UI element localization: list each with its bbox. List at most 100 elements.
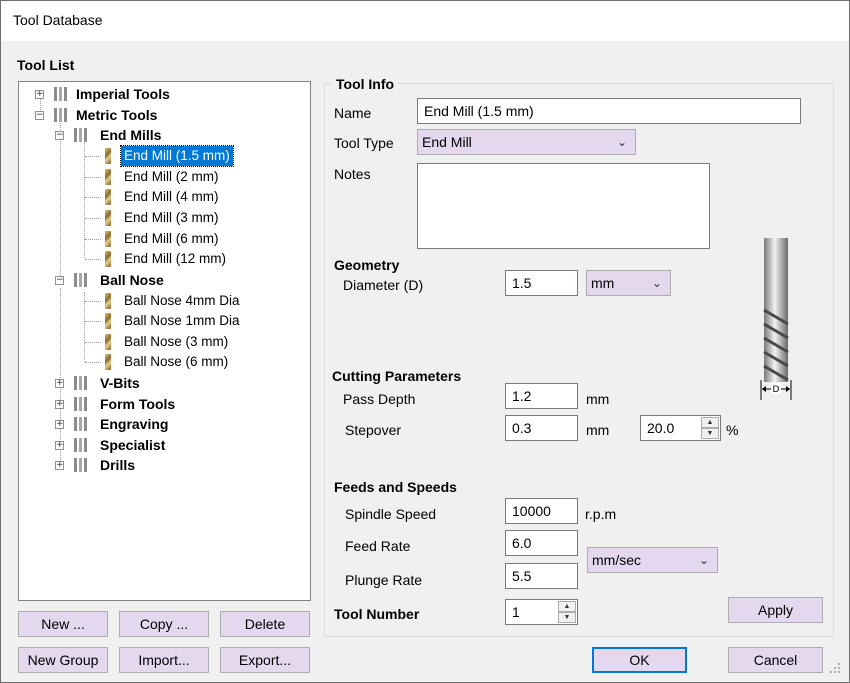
tree-item-ball-nose[interactable]: Ball Nose (6 mm) bbox=[85, 352, 305, 372]
chevron-down-icon: ⌄ bbox=[698, 553, 709, 567]
feed-rate-field[interactable]: 6.0 bbox=[505, 530, 578, 556]
tool-tree[interactable]: + Imperial Tools − Metric Tools − End Mi… bbox=[18, 81, 311, 601]
expand-icon[interactable]: + bbox=[55, 379, 64, 388]
tool-number-label: Tool Number bbox=[334, 606, 420, 622]
tree-item-end-mill[interactable]: End Mill (4 mm) bbox=[85, 187, 285, 207]
diameter-field[interactable]: 1.5 bbox=[505, 270, 578, 296]
copy-tool-button[interactable]: Copy ... bbox=[119, 611, 209, 637]
chevron-down-icon: ⌄ bbox=[616, 135, 627, 149]
pass-depth-unit: mm bbox=[586, 391, 610, 407]
tree-item-ball-nose[interactable]: Ball Nose (3 mm) bbox=[85, 332, 305, 352]
tree-item-end-mill[interactable]: End Mill (2 mm) bbox=[85, 167, 285, 187]
notes-field[interactable] bbox=[417, 163, 710, 249]
tree-item-ball-nose[interactable]: Ball Nose 1mm Dia bbox=[85, 311, 305, 331]
tree-node-imperial-tools[interactable]: + Imperial Tools bbox=[29, 84, 229, 104]
import-button[interactable]: Import... bbox=[119, 647, 209, 673]
tool-type-label: Tool Type bbox=[334, 135, 394, 151]
tool-list-heading: Tool List bbox=[17, 57, 75, 73]
expand-icon[interactable]: + bbox=[55, 441, 64, 450]
expand-icon[interactable]: + bbox=[55, 461, 64, 470]
tree-item-end-mill[interactable]: End Mill (3 mm) bbox=[85, 208, 285, 228]
expand-icon[interactable]: + bbox=[35, 90, 44, 99]
tool-number-field[interactable]: 1 ▲ ▼ bbox=[505, 599, 578, 625]
stepover-percent-spinner[interactable]: ▲ ▼ bbox=[701, 417, 719, 439]
tree-node-specialist[interactable]: + Specialist bbox=[53, 435, 253, 455]
new-tool-button[interactable]: New ... bbox=[18, 611, 108, 637]
tool-number-value: 1 bbox=[512, 604, 520, 620]
diameter-units-value: mm bbox=[591, 275, 615, 291]
tree-node-drills[interactable]: + Drills bbox=[53, 455, 253, 475]
plunge-rate-label: Plunge Rate bbox=[345, 572, 423, 588]
folder-icon bbox=[73, 273, 89, 287]
diameter-units-select[interactable]: mm ⌄ bbox=[586, 270, 671, 296]
tree-node-end-mills[interactable]: − End Mills bbox=[53, 125, 253, 145]
stepover-percent-field[interactable]: 20.0 ▲ ▼ bbox=[640, 415, 721, 441]
resize-grip-icon[interactable] bbox=[829, 662, 841, 674]
shank-shape bbox=[764, 238, 788, 306]
tree-item-label: Ball Nose 4mm Dia bbox=[124, 293, 240, 308]
pass-depth-field[interactable]: 1.2 bbox=[505, 383, 578, 409]
ball-nose-tool-icon bbox=[105, 334, 111, 350]
tree-item-label: End Mill (6 mm) bbox=[124, 231, 219, 246]
stepover-label: Stepover bbox=[345, 422, 402, 438]
tree-node-label: Imperial Tools bbox=[76, 86, 170, 102]
folder-icon bbox=[53, 108, 69, 122]
end-mill-tool-icon bbox=[105, 169, 111, 185]
tool-type-select[interactable]: End Mill ⌄ bbox=[417, 129, 636, 155]
tree-node-label: V-Bits bbox=[100, 375, 140, 391]
feeds-speeds-heading: Feeds and Speeds bbox=[334, 479, 457, 495]
folder-icon bbox=[53, 87, 69, 101]
name-field[interactable]: End Mill (1.5 mm) bbox=[417, 98, 801, 124]
tree-node-metric-tools[interactable]: − Metric Tools bbox=[29, 105, 229, 125]
stepover-field[interactable]: 0.3 bbox=[505, 415, 578, 441]
tree-node-label: Specialist bbox=[100, 437, 166, 453]
stepover-unit: mm bbox=[586, 422, 610, 438]
end-mill-tool-icon bbox=[105, 148, 111, 164]
spin-down-icon[interactable]: ▼ bbox=[558, 612, 576, 623]
ball-nose-tool-icon bbox=[105, 354, 111, 370]
name-label: Name bbox=[334, 105, 372, 121]
title-bar: Tool Database bbox=[1, 1, 849, 41]
tree-item-ball-nose[interactable]: Ball Nose 4mm Dia bbox=[85, 291, 305, 311]
tree-item-end-mill[interactable]: End Mill (6 mm) bbox=[85, 229, 285, 249]
spindle-speed-field[interactable]: 10000 bbox=[505, 498, 578, 524]
spin-down-icon[interactable]: ▼ bbox=[701, 428, 719, 439]
tree-node-label: Metric Tools bbox=[76, 107, 158, 123]
collapse-icon[interactable]: − bbox=[35, 111, 44, 120]
tree-item-label: End Mill (4 mm) bbox=[124, 189, 219, 204]
expand-icon[interactable]: + bbox=[55, 420, 64, 429]
tree-node-label: Ball Nose bbox=[100, 272, 164, 288]
tree-node-engraving[interactable]: + Engraving bbox=[53, 414, 253, 434]
ball-nose-tool-icon bbox=[105, 313, 111, 329]
apply-button[interactable]: Apply bbox=[728, 597, 823, 623]
ball-nose-tool-icon bbox=[105, 293, 111, 309]
new-group-button[interactable]: New Group bbox=[18, 647, 108, 673]
stepover-percent-unit: % bbox=[726, 422, 739, 438]
delete-tool-button[interactable]: Delete bbox=[220, 611, 310, 637]
plunge-rate-field[interactable]: 5.5 bbox=[505, 563, 578, 589]
rate-units-select[interactable]: mm/sec ⌄ bbox=[587, 547, 718, 573]
expand-icon[interactable]: + bbox=[55, 400, 64, 409]
tree-node-v-bits[interactable]: + V-Bits bbox=[53, 373, 253, 393]
cancel-button[interactable]: Cancel bbox=[728, 647, 823, 673]
spin-up-icon[interactable]: ▲ bbox=[701, 417, 719, 428]
tree-item-label-selected: End Mill (1.5 mm) bbox=[120, 145, 234, 167]
tool-number-spinner[interactable]: ▲ ▼ bbox=[558, 601, 576, 623]
ok-button[interactable]: OK bbox=[592, 647, 687, 673]
tool-type-value: End Mill bbox=[422, 134, 472, 150]
tree-node-label: End Mills bbox=[100, 127, 162, 143]
tree-node-ball-nose[interactable]: − Ball Nose bbox=[53, 270, 253, 290]
tree-node-label: Engraving bbox=[100, 416, 169, 432]
tree-item-end-mill[interactable]: End Mill (1.5 mm) bbox=[85, 145, 285, 167]
stepover-percent-value: 20.0 bbox=[647, 420, 675, 436]
diameter-label: Diameter (D) bbox=[343, 277, 424, 293]
tool-info-heading: Tool Info bbox=[332, 76, 399, 92]
collapse-icon[interactable]: − bbox=[55, 276, 64, 285]
tree-item-end-mill[interactable]: End Mill (12 mm) bbox=[85, 249, 285, 269]
folder-icon bbox=[73, 128, 89, 142]
spin-up-icon[interactable]: ▲ bbox=[558, 601, 576, 612]
export-button[interactable]: Export... bbox=[220, 647, 310, 673]
tree-item-label: End Mill (2 mm) bbox=[124, 169, 219, 184]
collapse-icon[interactable]: − bbox=[55, 131, 64, 140]
tree-node-form-tools[interactable]: + Form Tools bbox=[53, 394, 253, 414]
